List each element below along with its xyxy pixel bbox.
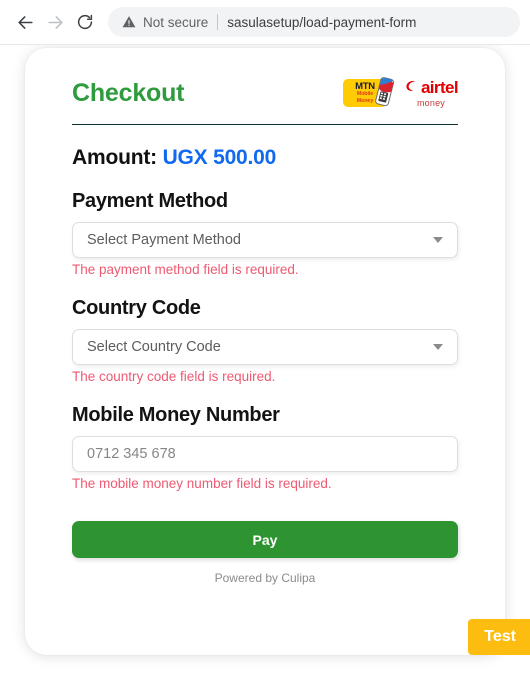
test-mode-badge[interactable]: Test <box>468 619 530 655</box>
mobile-money-number-label: Mobile Money Number <box>72 404 280 426</box>
mtn-mobile-label: Mobile <box>356 91 374 98</box>
payment-method-label: Payment Method <box>72 190 228 212</box>
country-code-error: The country code field is required. <box>72 369 276 384</box>
chevron-down-icon <box>433 344 443 350</box>
amount-row: Amount: UGX 500.00 <box>72 146 458 170</box>
airtel-label: airtel <box>420 78 459 97</box>
airtel-money-logo: airtel money <box>404 78 459 108</box>
pay-button[interactable]: Pay <box>72 521 458 558</box>
payment-method-select[interactable]: Select Payment Method <box>72 222 458 258</box>
mobile-money-number-error: The mobile money number field is require… <box>72 476 332 491</box>
amount-value: UGX 500.00 <box>162 146 277 169</box>
payment-method-error: The payment method field is required. <box>72 262 299 277</box>
country-code-label: Country Code <box>72 297 201 319</box>
mtn-mobile-money-logo: MTN Mobile Money <box>342 76 395 113</box>
reload-icon <box>76 13 94 31</box>
forward-button[interactable] <box>40 7 70 37</box>
mobile-money-number-placeholder: 0712 345 678 <box>87 446 176 462</box>
back-button[interactable] <box>10 7 40 37</box>
mtn-phone-icon <box>373 76 395 113</box>
field-mobile-money-number: Mobile Money Number 0712 345 678 The mob… <box>72 404 458 491</box>
airtel-money-label: money <box>416 98 445 108</box>
page-title: Checkout <box>72 78 185 107</box>
amount-label: Amount: <box>72 146 157 169</box>
mtn-money-label: Money <box>356 98 374 105</box>
mobile-money-number-input[interactable]: 0712 345 678 <box>72 436 458 472</box>
url-text: sasulasetup/load-payment-form <box>227 14 417 30</box>
mtn-label: MTN <box>355 80 375 92</box>
provider-logos: MTN Mobile Money airtel money <box>342 76 459 113</box>
card-header: Checkout MTN Mobile Money airtel money <box>72 70 459 116</box>
country-code-value: Select Country Code <box>87 339 221 355</box>
arrow-right-icon <box>46 13 65 32</box>
warning-triangle-icon <box>122 15 136 29</box>
header-divider <box>72 124 458 125</box>
arrow-left-icon <box>16 13 35 32</box>
browser-toolbar: Not secure sasulasetup/load-payment-form <box>0 0 530 45</box>
address-bar[interactable]: Not secure sasulasetup/load-payment-form <box>108 7 520 37</box>
payment-method-value: Select Payment Method <box>87 232 241 248</box>
security-status-label: Not secure <box>143 14 209 30</box>
omnibox-divider <box>217 14 219 30</box>
airtel-swirl-icon <box>404 78 419 97</box>
field-payment-method: Payment Method Select Payment Method The… <box>72 190 458 277</box>
reload-button[interactable] <box>70 7 100 37</box>
powered-by-label: Powered by Culipa <box>214 571 316 585</box>
country-code-select[interactable]: Select Country Code <box>72 329 458 365</box>
checkout-card: Checkout MTN Mobile Money airtel money A… <box>25 48 505 655</box>
chevron-down-icon <box>433 237 443 243</box>
field-country-code: Country Code Select Country Code The cou… <box>72 297 458 384</box>
airtel-wordmark-row: airtel <box>404 78 459 97</box>
page-body: Checkout MTN Mobile Money airtel money A… <box>0 45 530 683</box>
